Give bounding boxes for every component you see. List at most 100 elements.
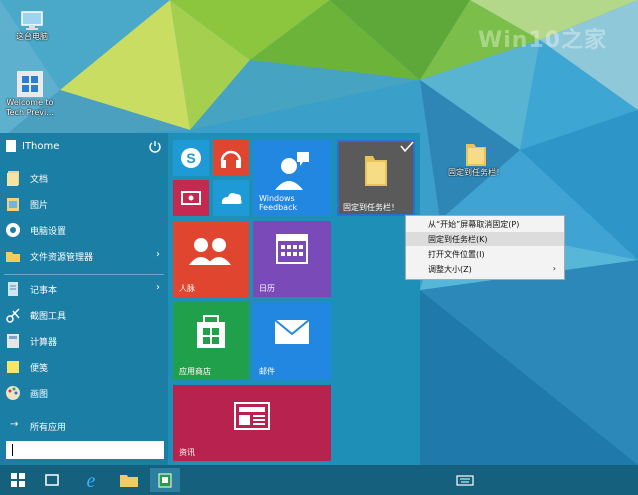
svg-text:S: S [186, 150, 195, 166]
start-item-notepad[interactable]: 记事本 › [0, 276, 168, 302]
envelope-icon [274, 319, 310, 344]
file-explorer-label: 文件资源管理器 [30, 253, 94, 263]
start-item-pictures[interactable]: 图片 [0, 191, 168, 217]
people-label: 人脉 [179, 284, 195, 293]
news-tile[interactable]: 资讯 [173, 385, 331, 461]
windows-logo-icon [17, 71, 43, 97]
context-resize[interactable]: 调整大小(Z) › [406, 262, 564, 276]
all-apps-label: 所有应用 [30, 423, 67, 433]
gear-icon [6, 223, 20, 237]
pinned-folder-desktop-icon[interactable]: 固定到任务栏！ [446, 138, 506, 178]
pin-taskbar-label: 固定到任务栏(K) [428, 235, 488, 244]
calendar-icon [276, 234, 308, 264]
people-tile[interactable]: 人脉 [173, 221, 249, 297]
folder-icon [365, 141, 414, 186]
store-bag-icon [197, 315, 225, 348]
scissors-icon [6, 308, 20, 323]
headphones-icon [220, 150, 242, 168]
search-input[interactable] [6, 441, 164, 459]
calendar-label: 日历 [259, 284, 275, 293]
context-unpin-from-start[interactable]: 从“开始”屏幕取消固定(P) [406, 217, 564, 231]
this-pc-label: 这台电脑 [16, 32, 48, 41]
user-name: IThome [22, 141, 60, 152]
start-item-documents[interactable]: 文档 [0, 165, 168, 191]
documents-icon [7, 171, 19, 186]
start-item-file-explorer[interactable]: 文件资源管理器 › [0, 243, 168, 269]
touch-keyboard-button[interactable] [452, 468, 478, 492]
keyboard-icon [456, 475, 474, 486]
notepad-icon [8, 282, 18, 296]
store-taskbar-button[interactable] [150, 468, 180, 492]
all-apps-button[interactable]: → 所有应用 [0, 413, 168, 439]
news-label: 资讯 [179, 448, 195, 457]
menu-divider [4, 274, 164, 275]
pinned-folder-tile[interactable]: 固定到任务栏！ [337, 140, 415, 216]
file-explorer-icon [6, 252, 20, 262]
desktop: Win10之家 这台电脑 Welcome to Tech Previ... 固定… [0, 0, 638, 495]
windows-feedback-label: Windows Feedback [259, 194, 298, 212]
video-tile[interactable] [173, 180, 209, 216]
music-tile[interactable] [213, 140, 249, 176]
people-icon [189, 238, 231, 265]
sticky-notes-label: 便笺 [30, 364, 49, 374]
store-tile[interactable]: 应用商店 [173, 302, 249, 380]
calendar-tile[interactable]: 日历 [253, 221, 331, 297]
context-open-file-location[interactable]: 打开文件位置(I) [406, 247, 564, 261]
start-left-column: IThome 文档 图片 电脑设置 文件资源管理器 › 记事本 › 截图工具 计… [0, 133, 168, 465]
start-item-paint[interactable]: 画图 [0, 380, 168, 406]
file-explorer-button[interactable] [114, 468, 144, 492]
start-item-snipping-tool[interactable]: 截图工具 [0, 302, 168, 328]
context-pin-to-taskbar[interactable]: 固定到任务栏(K) [406, 232, 564, 246]
feedback-person-icon [275, 152, 309, 190]
folder-icon [466, 144, 486, 166]
start-item-pc-settings[interactable]: 电脑设置 [0, 217, 168, 243]
open-location-label: 打开文件位置(I) [428, 250, 485, 259]
this-pc-desktop-icon[interactable]: 这台电脑 [2, 10, 62, 42]
task-view-button[interactable] [38, 468, 66, 492]
onedrive-tile[interactable] [213, 180, 249, 216]
internet-explorer-icon: e [87, 470, 96, 492]
start-button[interactable] [4, 468, 32, 492]
power-icon[interactable] [148, 139, 162, 153]
taskbar: e [0, 465, 638, 495]
sticky-note-icon [7, 361, 19, 373]
monitor-icon [21, 11, 43, 30]
pinned-folder-label: 固定到任务栏！ [448, 168, 504, 177]
start-item-sticky-notes[interactable]: 便笺 [0, 354, 168, 380]
chevron-right-icon: › [552, 264, 556, 273]
paint-palette-icon [6, 386, 20, 400]
welcome-label: Welcome to Tech Previ... [6, 98, 54, 117]
pc-settings-label: 电脑设置 [30, 227, 67, 237]
calculator-icon [7, 334, 19, 348]
resize-label: 调整大小(Z) [428, 265, 472, 274]
mail-tile[interactable]: 邮件 [253, 302, 331, 380]
welcome-desktop-icon[interactable]: Welcome to Tech Previ... [0, 70, 60, 118]
chevron-right-icon[interactable]: › [156, 282, 160, 293]
cloud-icon [221, 193, 242, 204]
pictures-icon [7, 198, 19, 211]
arrow-right-icon: → [10, 419, 19, 430]
mail-label: 邮件 [259, 367, 275, 376]
store-label: 应用商店 [179, 367, 211, 376]
store-bag-icon [158, 473, 172, 488]
pinned-folder-tile-label: 固定到任务栏！ [343, 203, 399, 212]
skype-icon: S [181, 148, 201, 168]
start-menu: IThome 文档 图片 电脑设置 文件资源管理器 › 记事本 › 截图工具 计… [0, 133, 420, 465]
windows-logo-icon [11, 473, 25, 487]
start-item-calculator[interactable]: 计算器 [0, 328, 168, 354]
unpin-label: 从“开始”屏幕取消固定(P) [428, 220, 520, 229]
user-account[interactable]: IThome [0, 133, 168, 161]
paint-label: 画图 [30, 390, 49, 400]
snipping-tool-label: 截图工具 [30, 312, 67, 322]
calculator-label: 计算器 [30, 338, 58, 348]
internet-explorer-button[interactable]: e [76, 468, 106, 492]
windows-feedback-tile[interactable]: Windows Feedback [253, 140, 331, 216]
context-menu: 从“开始”屏幕取消固定(P) 固定到任务栏(K) 打开文件位置(I) 调整大小(… [405, 215, 565, 280]
notepad-label: 记事本 [30, 286, 58, 296]
skype-tile[interactable]: S [173, 140, 209, 176]
svg-text:e: e [87, 470, 96, 492]
video-icon [181, 191, 201, 205]
chevron-right-icon[interactable]: › [156, 249, 160, 260]
pictures-label: 图片 [30, 201, 49, 211]
user-avatar-icon [6, 140, 16, 152]
